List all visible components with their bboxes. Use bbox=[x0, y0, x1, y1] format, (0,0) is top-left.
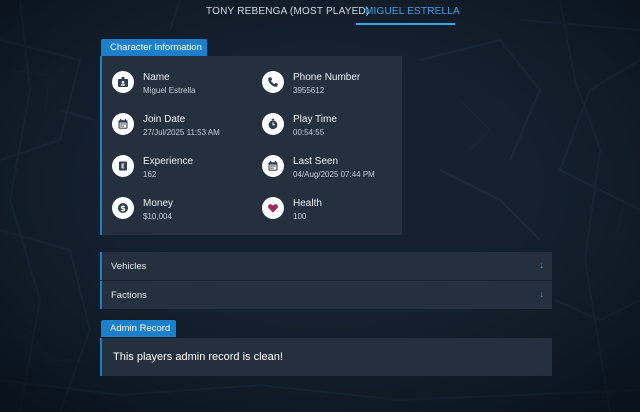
info-label: Experience bbox=[143, 156, 194, 167]
admin-record-panel: This players admin record is clean! bbox=[100, 338, 552, 376]
svg-text:$: $ bbox=[120, 204, 126, 213]
factions-accordion[interactable]: Factions ↓ bbox=[100, 281, 552, 309]
stopwatch-icon bbox=[262, 113, 284, 135]
info-value: 162 bbox=[143, 170, 157, 179]
experience-icon bbox=[112, 155, 134, 177]
info-label: Name bbox=[143, 72, 170, 83]
info-label: Last Seen bbox=[293, 156, 339, 167]
info-value: 27/Jul/2025 11:53 AM bbox=[143, 128, 220, 137]
admin-record-header: Admin Record bbox=[101, 320, 176, 337]
info-value: 04/Aug/2025 07:44 PM bbox=[293, 170, 375, 179]
tab-miguel-estrella[interactable]: MIGUEL ESTRELLA bbox=[365, 6, 460, 17]
info-value: Miguel Estrella bbox=[143, 86, 196, 95]
character-information-panel: Name Miguel Estrella Phone Number 395561… bbox=[100, 56, 402, 235]
heart-icon bbox=[262, 197, 284, 219]
factions-accordion-title: Factions bbox=[111, 290, 147, 301]
tab-tony-rebenga[interactable]: TONY REBENGA (MOST PLAYED) bbox=[206, 6, 369, 17]
id-card-icon bbox=[112, 71, 134, 93]
vehicles-accordion[interactable]: Vehicles ↓ bbox=[100, 252, 552, 280]
phone-icon bbox=[262, 71, 284, 93]
info-label: Join Date bbox=[143, 114, 186, 125]
info-label: Phone Number bbox=[293, 72, 361, 83]
admin-record-message: This players admin record is clean! bbox=[113, 351, 283, 363]
arrow-down-icon[interactable]: ↓ bbox=[540, 260, 545, 270]
info-label: Play Time bbox=[293, 114, 337, 125]
active-tab-indicator bbox=[356, 23, 455, 25]
info-value: 00:54:55 bbox=[293, 128, 325, 137]
info-label: Money bbox=[143, 198, 174, 209]
calendar-icon bbox=[112, 113, 134, 135]
info-value: 100 bbox=[293, 212, 307, 221]
info-value: $10,004 bbox=[143, 212, 172, 221]
vehicles-accordion-title: Vehicles bbox=[111, 261, 147, 272]
dollar-icon: $ bbox=[112, 197, 134, 219]
info-value: 3955612 bbox=[293, 86, 325, 95]
arrow-down-icon[interactable]: ↓ bbox=[540, 289, 545, 299]
calendar-icon bbox=[262, 155, 284, 177]
character-information-header: Character Information bbox=[101, 39, 207, 56]
info-label: Health bbox=[293, 198, 322, 209]
character-tabs: TONY REBENGA (MOST PLAYED) MIGUEL ESTREL… bbox=[0, 0, 640, 26]
